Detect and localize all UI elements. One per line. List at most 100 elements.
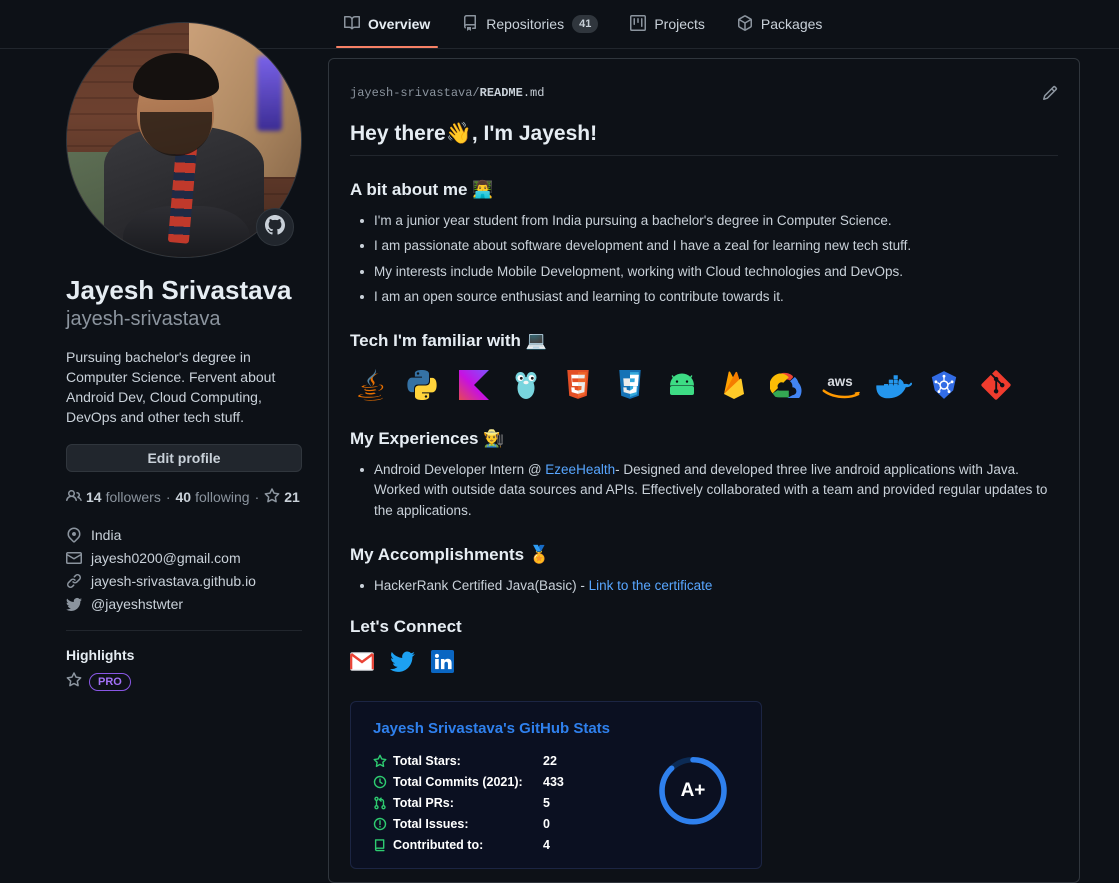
tab-overview[interactable]: Overview — [328, 0, 446, 48]
readme-extension: .md — [522, 86, 545, 100]
certificate-link[interactable]: Link to the certificate — [589, 578, 713, 593]
tab-label: Projects — [654, 16, 705, 32]
stat-value: 5 — [543, 795, 550, 810]
location-icon — [66, 527, 82, 543]
readme-header: jayesh-srivastava/README.md — [350, 85, 1058, 101]
detail-twitter[interactable]: @jayeshstwter — [66, 596, 302, 612]
accomplishments-heading: My Accomplishments 🏅 — [350, 545, 1058, 565]
tab-projects[interactable]: Projects — [614, 0, 721, 48]
git-icon[interactable] — [976, 365, 1016, 405]
go-icon[interactable] — [506, 365, 546, 405]
readme-title: Hey there👋, I'm Jayesh! — [350, 121, 1058, 156]
github-profile-page: Overview Repositories 41 Projects Packag… — [0, 0, 1119, 883]
star-icon — [373, 754, 393, 768]
list-item: My interests include Mobile Development,… — [360, 262, 1058, 282]
wave-emoji: 👋 — [445, 121, 472, 145]
readme-title-tail: , I'm Jayesh! — [471, 122, 598, 145]
sidebar-divider — [66, 629, 302, 631]
people-icon — [66, 488, 82, 507]
pull-request-icon — [373, 796, 393, 810]
detail-website[interactable]: jayesh-srivastava.github.io — [66, 573, 302, 589]
stat-label: Total Issues: — [393, 816, 469, 831]
java-icon[interactable] — [350, 365, 390, 405]
detail-text: India — [91, 526, 122, 543]
about-heading-text: A bit about me — [350, 180, 468, 199]
profile-meta-counts: 14 followers · 40 following · 21 — [66, 487, 302, 507]
html5-icon[interactable] — [558, 365, 598, 405]
stat-value: 4 — [543, 837, 550, 852]
list-item: Android Developer Intern @ EzeeHealth- D… — [360, 460, 1058, 521]
profile-name: Jayesh Srivastava — [66, 275, 292, 305]
accomplishments-heading-text: My Accomplishments — [350, 544, 525, 564]
ezeehealth-link[interactable]: EzeeHealth — [545, 462, 615, 477]
breadcrumb-slash: / — [472, 86, 480, 100]
gmail-icon[interactable] — [350, 652, 374, 671]
twitter-icon — [66, 596, 82, 612]
laptop-emoji: 💻 — [525, 331, 547, 351]
edit-profile-button[interactable]: Edit profile — [66, 443, 302, 472]
accomplishment-prefix: HackerRank Certified Java(Basic) - — [374, 577, 589, 593]
kubernetes-icon[interactable] — [924, 365, 964, 405]
profile-details: India jayesh0200@gmail.com jayesh-srivas… — [66, 527, 302, 612]
list-item: I am an open source enthusiast and learn… — [360, 287, 1058, 307]
linkedin-icon[interactable] — [431, 650, 454, 673]
highlights-pro-row: PRO — [66, 671, 302, 693]
aws-icon[interactable]: aws — [818, 365, 862, 405]
repo-contributed-icon — [373, 838, 393, 852]
profile-login: jayesh-srivastava — [66, 307, 221, 330]
rank-ring: A+ — [657, 755, 729, 827]
readme-filename[interactable]: README — [480, 86, 523, 100]
stat-label: Total Stars: — [393, 753, 461, 768]
package-icon — [737, 14, 753, 34]
readme-owner[interactable]: jayesh-srivastava — [350, 86, 472, 100]
stat-label: Total Commits (2021): — [393, 774, 523, 789]
connect-heading: Let's Connect — [350, 617, 462, 636]
tab-packages[interactable]: Packages — [721, 0, 838, 48]
experiences-list: Android Developer Intern @ EzeeHealth- D… — [350, 460, 1058, 521]
svg-text:aws: aws — [827, 374, 852, 389]
tech-icons-row: aws — [350, 365, 1058, 405]
stars-link[interactable]: 21 — [264, 487, 300, 507]
kotlin-icon[interactable] — [454, 365, 494, 405]
about-list: I'm a junior year student from India pur… — [350, 211, 1058, 307]
medal-emoji: 🏅 — [528, 544, 551, 565]
about-heading: A bit about me 👨‍💻 — [350, 180, 1058, 200]
list-item: HackerRank Certified Java(Basic) - Link … — [360, 576, 1058, 596]
stat-label: Contributed to: — [393, 837, 484, 852]
stat-value: 22 — [543, 753, 557, 768]
css3-icon[interactable] — [610, 365, 650, 405]
android-icon[interactable] — [662, 365, 702, 405]
status-emoji-button[interactable] — [256, 208, 294, 246]
readme-panel: jayesh-srivastava/README.md Hey there👋, … — [328, 58, 1080, 883]
pro-badge: PRO — [89, 673, 131, 692]
readme-title-text: Hey there — [350, 122, 446, 145]
experience-prefix: Android Developer Intern @ — [374, 462, 546, 477]
social-icons-row — [350, 650, 1058, 673]
link-icon — [66, 573, 82, 589]
experiences-heading-text: My Experiences — [350, 429, 479, 448]
github-stats-card: Jayesh Srivastava's GitHub Stats Total S… — [350, 701, 762, 869]
star-icon — [66, 671, 82, 693]
book-icon — [344, 15, 361, 34]
docker-icon[interactable] — [874, 365, 912, 405]
project-icon — [630, 14, 647, 34]
googlecloud-icon[interactable] — [766, 365, 806, 405]
tab-label: Overview — [368, 16, 431, 32]
tab-count-badge: 41 — [572, 15, 599, 33]
firebase-icon[interactable] — [714, 365, 754, 405]
following-link[interactable]: 40 following — [176, 489, 250, 505]
twitter-icon[interactable] — [390, 651, 415, 672]
mail-icon — [66, 550, 82, 566]
detail-text: @jayeshstwter — [91, 595, 184, 612]
followers-link[interactable]: 14 followers — [66, 488, 161, 507]
rank-label: A+ — [680, 779, 706, 801]
meta-separator-2: · — [254, 489, 260, 506]
detail-email[interactable]: jayesh0200@gmail.com — [66, 550, 302, 566]
pencil-icon[interactable] — [1042, 85, 1058, 101]
tab-repositories[interactable]: Repositories 41 — [446, 0, 614, 48]
tech-heading: Tech I'm familiar with 💻 — [350, 331, 1058, 351]
python-icon[interactable] — [402, 365, 442, 405]
readme-breadcrumb: jayesh-srivastava/README.md — [350, 86, 544, 100]
detail-text: jayesh0200@gmail.com — [91, 549, 241, 566]
stat-label: Total PRs: — [393, 795, 454, 810]
